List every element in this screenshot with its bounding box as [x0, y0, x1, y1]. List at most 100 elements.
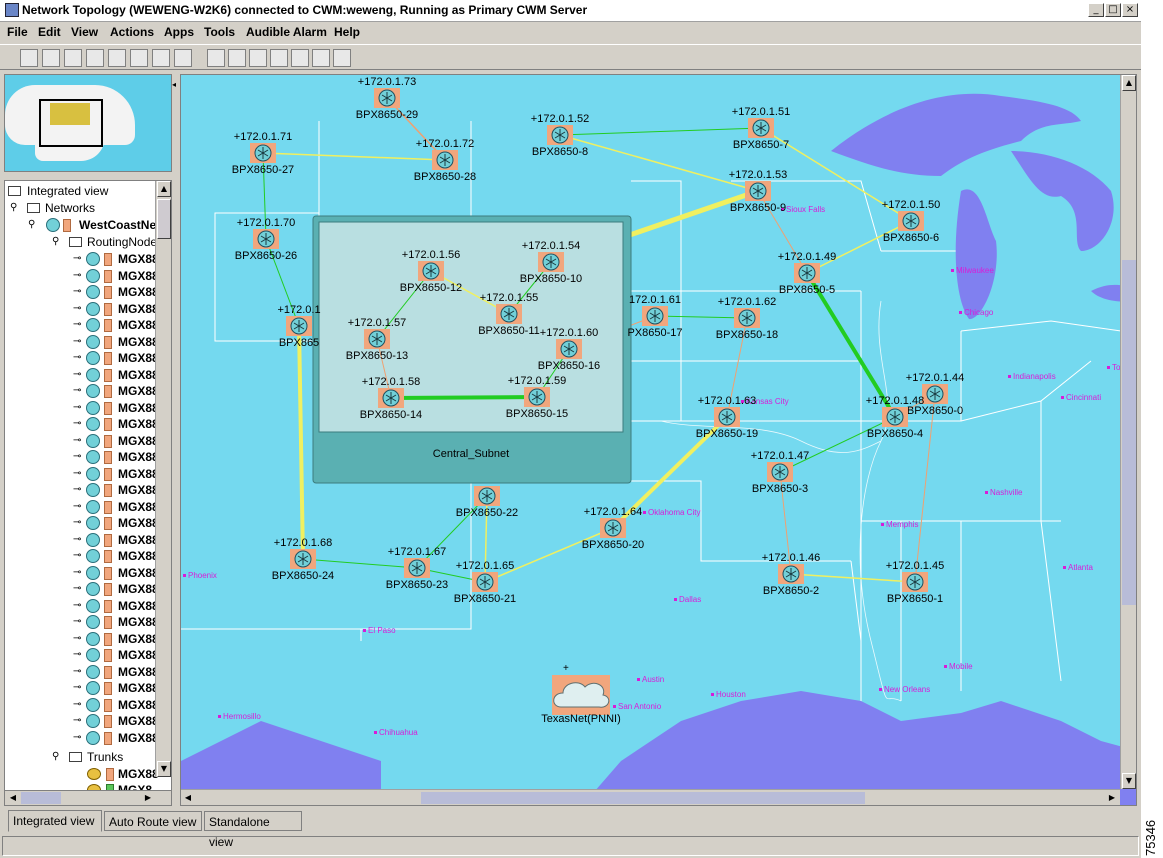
node-icon: [86, 697, 100, 712]
node-icon: [86, 301, 100, 316]
topology-map[interactable]: Phoenix El Paso Hermosillo Chihuahua Dallas O…: [180, 74, 1137, 806]
key-icon: ⊸: [73, 302, 82, 314]
scroll-up-icon[interactable]: ▲: [1122, 75, 1136, 91]
menu-apps[interactable]: Apps: [164, 25, 194, 39]
save-icon[interactable]: [207, 49, 225, 67]
city-dot: [613, 705, 616, 708]
chassis-icon[interactable]: [86, 49, 104, 67]
city-label: Atlanta: [1068, 563, 1093, 572]
trunk-link[interactable]: [390, 395, 538, 400]
star-icon[interactable]: [333, 49, 351, 67]
status-icon: [104, 418, 112, 431]
map-horizontal-scrollbar[interactable]: ◀ ▶: [181, 789, 1120, 805]
scroll-thumb[interactable]: [21, 792, 61, 804]
node-icon: [86, 268, 100, 283]
node-ip-label: +172.0.1.60: [540, 327, 598, 339]
menu-actions[interactable]: Actions: [110, 25, 154, 39]
scroll-thumb[interactable]: [1122, 260, 1136, 605]
overview-map[interactable]: [4, 74, 172, 172]
expand-icon[interactable]: ⚲: [28, 217, 35, 233]
divider-arrow-icon[interactable]: ◂: [172, 80, 178, 92]
zoom-in-icon[interactable]: [249, 49, 267, 67]
key-icon: ⊸: [73, 583, 82, 594]
layer-icon[interactable]: [130, 49, 148, 67]
scroll-down-icon[interactable]: ▼: [1122, 773, 1136, 789]
status-icon: [104, 533, 112, 547]
monitor-icon[interactable]: [152, 49, 170, 67]
scroll-left-icon[interactable]: ◀: [181, 791, 195, 805]
status-icon: [104, 550, 112, 563]
minimize-button[interactable]: _: [1088, 3, 1104, 17]
expand-icon[interactable]: ⚲: [52, 234, 59, 250]
city-marker: Mobile: [944, 662, 973, 671]
scroll-up-icon[interactable]: ▲: [157, 181, 171, 197]
city-dot: [1008, 375, 1011, 378]
node-name-label: BPX8650-22: [456, 507, 518, 519]
scroll-thumb[interactable]: [157, 199, 171, 239]
node-ip-label: +172.0.1.50: [882, 199, 940, 211]
tree-horizontal-scrollbar[interactable]: ◀ ▶: [4, 790, 172, 806]
layout-icon[interactable]: [291, 49, 309, 67]
node-ip-label: +172.0.1: [277, 304, 320, 316]
node-ip-label: +172.0.1.45: [886, 560, 944, 572]
node-ip-label: +172.0.1.59: [508, 375, 566, 387]
node-ip-label: +172.0.1.52: [531, 113, 589, 125]
close-button[interactable]: ×: [1122, 3, 1138, 17]
status-icon: [104, 319, 112, 332]
scroll-left-icon[interactable]: ◀: [6, 791, 20, 805]
connection-icon[interactable]: [174, 49, 192, 67]
node-view-icon[interactable]: [42, 49, 60, 67]
node-icon: [86, 565, 100, 580]
overview-viewport[interactable]: [39, 99, 103, 147]
status-icon: [104, 434, 112, 448]
node-name-label: BPX8650-10: [520, 273, 582, 285]
menu-view[interactable]: View: [71, 25, 98, 39]
tree-vertical-scrollbar[interactable]: ▲ ▼: [155, 181, 171, 777]
network-icon[interactable]: [20, 49, 38, 67]
configure-icon[interactable]: [108, 49, 126, 67]
node-name-label: BPX8650-7: [733, 139, 789, 151]
node-ip-label: +172.0.1.49: [778, 251, 836, 263]
menu-tools[interactable]: Tools: [204, 25, 235, 39]
menu-file[interactable]: File: [7, 25, 28, 39]
city-marker: Cincinnati: [1061, 393, 1101, 402]
city-label: Phoenix: [188, 571, 217, 580]
tree-label: Trunks: [87, 750, 124, 764]
zoom-out-icon[interactable]: [270, 49, 288, 67]
menu-help[interactable]: Help: [334, 25, 360, 39]
key-icon: ⊸: [73, 517, 82, 528]
equipment-icon[interactable]: [64, 49, 82, 67]
status-icon: [104, 368, 112, 382]
map-canvas[interactable]: Phoenix El Paso Hermosillo Chihuahua Dallas O…: [181, 75, 1137, 806]
maximize-button[interactable]: □: [1105, 3, 1121, 17]
city-marker: Chicago: [959, 308, 994, 317]
expand-icon[interactable]: ⚲: [52, 749, 59, 765]
fit-icon[interactable]: [312, 49, 330, 67]
menu-audible-alarm[interactable]: Audible Alarm: [246, 25, 327, 39]
city-label: Houston: [716, 690, 746, 699]
status-icon: [104, 451, 112, 464]
tree-label: MGX88: [118, 730, 159, 745]
scroll-right-icon[interactable]: ▶: [141, 791, 155, 805]
tab-standalone-view[interactable]: Standalone view: [204, 811, 302, 849]
city-marker: Nashville: [985, 488, 1023, 497]
tab-auto-route-view[interactable]: Auto Route view: [104, 811, 202, 831]
tree-label: MGX88: [118, 433, 159, 448]
print-icon[interactable]: [228, 49, 246, 67]
key-icon: ⊸: [73, 649, 82, 660]
status-icon: [104, 583, 112, 596]
tab-integrated-view[interactable]: Integrated view: [8, 810, 102, 832]
node-icon: [86, 400, 100, 415]
node-name-label: BPX8650-15: [506, 408, 568, 420]
expand-icon[interactable]: ⚲: [10, 200, 17, 216]
scroll-right-icon[interactable]: ▶: [1105, 791, 1119, 805]
folder-icon: [8, 186, 21, 196]
node-icon: [86, 598, 100, 613]
node-name-label: BPX8650-1: [887, 593, 943, 605]
tree-label: MGX88: [118, 648, 159, 662]
map-vertical-scrollbar[interactable]: ▲ ▼: [1120, 75, 1136, 789]
menu-edit[interactable]: Edit: [38, 25, 61, 39]
scroll-down-icon[interactable]: ▼: [157, 761, 171, 777]
node-icon: [86, 582, 100, 596]
scroll-thumb[interactable]: [421, 792, 865, 804]
